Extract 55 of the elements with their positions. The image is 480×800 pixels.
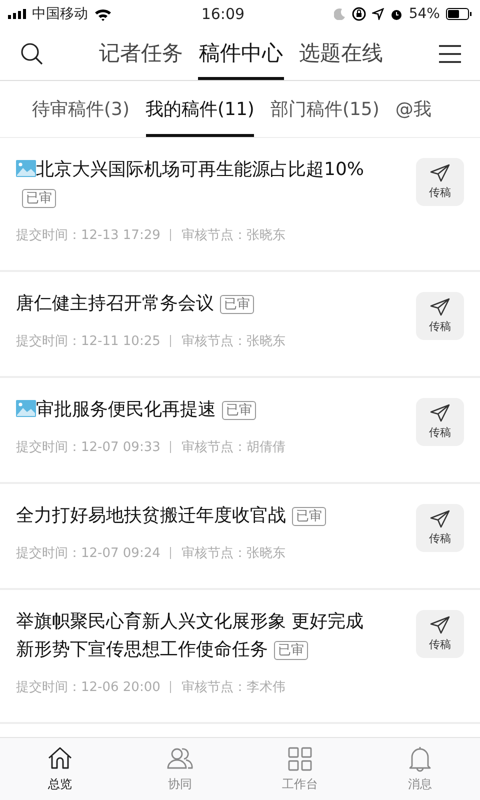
status-badge: 已审 [220, 295, 254, 314]
sub-tab[interactable]: @我 [395, 81, 432, 137]
submit-time-label: 提交时间：12-13 17:29 [16, 227, 160, 244]
article-title[interactable]: 新形势下宣传思想工作使命任务 [16, 639, 268, 660]
grid-icon [287, 746, 313, 772]
article-title[interactable]: 唐仁健主持召开常务会议 [16, 293, 214, 314]
submit-time-label: 提交时间：12-06 20:00 [16, 679, 160, 696]
battery-icon [446, 8, 472, 20]
moon-icon [334, 8, 346, 20]
status-badge: 已审 [292, 507, 326, 526]
status-time: 16:09 [201, 5, 245, 23]
header-tab[interactable]: 记者任务 [98, 28, 184, 80]
menu-icon [438, 44, 462, 64]
header-tab[interactable]: 稿件中心 [198, 28, 284, 80]
reviewer-label: 审核节点：张晓东 [181, 333, 286, 350]
paper-plane-icon [430, 298, 450, 316]
send-button[interactable]: 传稿 [416, 292, 464, 340]
paper-plane-icon [430, 616, 450, 634]
send-button[interactable]: 传稿 [416, 158, 464, 206]
people-icon [167, 746, 193, 772]
reviewer-label: 审核节点：李术伟 [181, 679, 286, 696]
reviewer-label: 审核节点：胡倩倩 [181, 439, 286, 456]
paper-plane-icon [430, 404, 450, 422]
signal-icon [8, 9, 26, 19]
send-button[interactable]: 传稿 [416, 398, 464, 446]
bell-icon [407, 746, 433, 772]
status-badge: 已审 [222, 401, 256, 420]
sub-tab[interactable]: 我的稿件(11) [146, 81, 254, 137]
rotation-lock-icon [352, 7, 366, 21]
article-title[interactable]: 全力打好易地扶贫搬迁年度收官战 [16, 505, 286, 526]
submit-time-label: 提交时间：12-11 10:25 [16, 333, 160, 350]
reviewer-label: 审核节点：张晓东 [181, 545, 286, 562]
status-badge: 已审 [274, 641, 308, 660]
send-button[interactable]: 传稿 [416, 610, 464, 658]
paper-plane-icon [430, 164, 450, 182]
article-title[interactable]: 举旗帜聚民心育新人兴文化展形象 更好完成 [16, 611, 364, 632]
battery-percent: 54% [408, 6, 440, 22]
submit-time-label: 提交时间：12-07 09:24 [16, 545, 160, 562]
header-tab[interactable]: 选题在线 [298, 28, 384, 80]
sub-tab[interactable]: 部门稿件(15) [270, 81, 380, 137]
sub-tab[interactable]: 待审稿件(3) [32, 81, 130, 137]
location-icon [372, 8, 384, 20]
submit-time-label: 提交时间：12-07 09:33 [16, 439, 160, 456]
article-title[interactable]: 北京大兴国际机场可再生能源占比超10% [36, 159, 364, 180]
paper-plane-icon [430, 510, 450, 528]
home-icon [47, 746, 73, 772]
reviewer-label: 审核节点：张晓东 [181, 227, 286, 244]
tab-bar-item[interactable]: 总览 [0, 738, 120, 800]
status-badge: 已审 [22, 189, 56, 208]
wifi-icon [94, 8, 112, 20]
search-icon [20, 42, 44, 66]
carrier-name: 中国移动 [32, 5, 88, 23]
send-button[interactable]: 传稿 [416, 504, 464, 552]
alarm-icon [390, 8, 403, 20]
article-title[interactable]: 审批服务便民化再提速 [36, 399, 216, 420]
